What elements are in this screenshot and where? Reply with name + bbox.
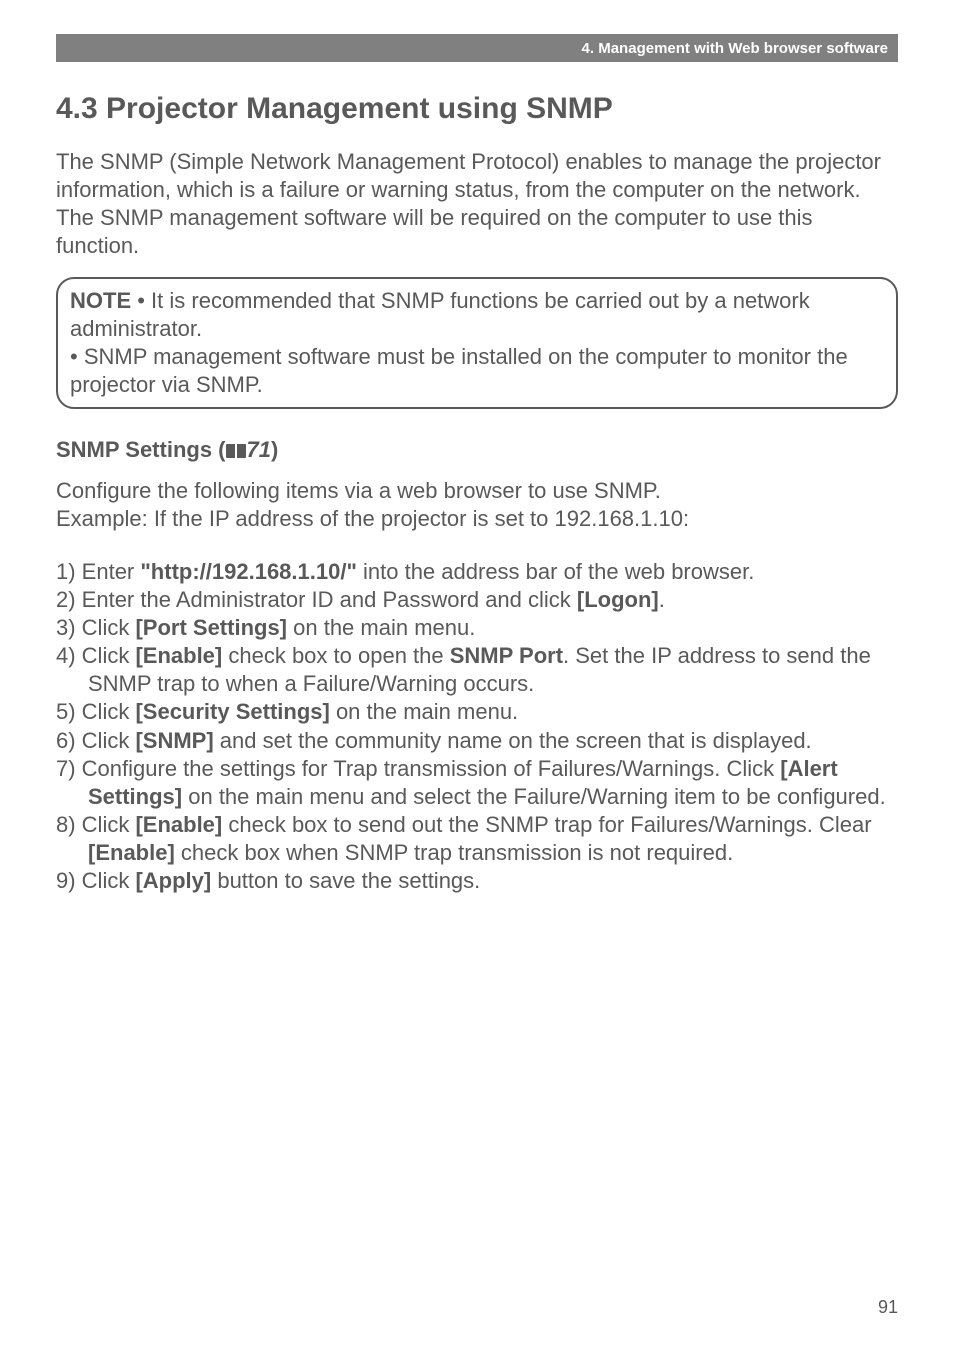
step-bold: [Security Settings] <box>135 699 329 724</box>
step-text: 5) Click <box>56 699 135 724</box>
step-text: on the main menu and select the Failure/… <box>182 784 886 809</box>
ref-number: 71 <box>247 437 271 462</box>
step-bold: SNMP Port <box>450 643 563 668</box>
chapter-title: 4. Management with Web browser software <box>582 40 888 57</box>
step-bold: [Port Settings] <box>135 615 287 640</box>
sub-title-prefix: SNMP Settings ( <box>56 437 226 462</box>
steps-list: 1) Enter "http://192.168.1.10/" into the… <box>56 558 898 896</box>
step-text: check box to send out the SNMP trap for … <box>222 812 871 837</box>
config-line-2: Example: If the IP address of the projec… <box>56 506 689 531</box>
sub-title-suffix: ) <box>271 437 278 462</box>
step-2: 2) Enter the Administrator ID and Passwo… <box>56 586 898 614</box>
step-text: and set the community name on the screen… <box>214 728 812 753</box>
step-text: 1) Enter <box>56 559 140 584</box>
step-text: 6) Click <box>56 728 135 753</box>
step-bold: "http://192.168.1.10/" <box>140 559 357 584</box>
step-4: 4) Click [Enable] check box to open the … <box>56 642 898 698</box>
step-text: 3) Click <box>56 615 135 640</box>
step-bold: [Apply] <box>135 868 211 893</box>
step-text: button to save the settings. <box>211 868 480 893</box>
section-title: 4.3 Projector Management using SNMP <box>56 92 898 126</box>
step-text: 8) Click <box>56 812 135 837</box>
note-box: NOTE • It is recommended that SNMP funct… <box>56 277 898 410</box>
note-label: NOTE <box>70 288 131 313</box>
step-text: 4) Click <box>56 643 135 668</box>
header-bar: 4. Management with Web browser software <box>56 34 898 62</box>
page-number: 91 <box>878 1297 898 1318</box>
step-text: check box when SNMP trap transmission is… <box>175 840 733 865</box>
step-bold: [Logon] <box>577 587 659 612</box>
step-3: 3) Click [Port Settings] on the main men… <box>56 614 898 642</box>
step-1: 1) Enter "http://192.168.1.10/" into the… <box>56 558 898 586</box>
note-text-1: • It is recommended that SNMP functions … <box>70 288 810 341</box>
step-bold: [Enable] <box>135 812 222 837</box>
book-icon <box>226 444 246 458</box>
config-line-1: Configure the following items via a web … <box>56 478 661 503</box>
snmp-settings-title: SNMP Settings ( 71) <box>56 437 898 463</box>
step-7: 7) Configure the settings for Trap trans… <box>56 755 898 811</box>
step-bold: [Enable] <box>135 643 222 668</box>
step-6: 6) Click [SNMP] and set the community na… <box>56 727 898 755</box>
step-bold: [Enable] <box>88 840 175 865</box>
step-text: into the address bar of the web browser. <box>357 559 754 584</box>
step-text: check box to open the <box>222 643 450 668</box>
step-5: 5) Click [Security Settings] on the main… <box>56 698 898 726</box>
step-9: 9) Click [Apply] button to save the sett… <box>56 867 898 895</box>
step-text: 2) Enter the Administrator ID and Passwo… <box>56 587 577 612</box>
intro-paragraph: The SNMP (Simple Network Management Prot… <box>56 148 898 261</box>
step-text: 9) Click <box>56 868 135 893</box>
step-bold: [SNMP] <box>135 728 213 753</box>
config-paragraph: Configure the following items via a web … <box>56 477 898 533</box>
note-line-2: • SNMP management software must be insta… <box>70 343 884 399</box>
step-text: on the main menu. <box>330 699 518 724</box>
page-content: 4.3 Projector Management using SNMP The … <box>56 92 898 895</box>
step-text: on the main menu. <box>287 615 475 640</box>
step-text: . <box>659 587 665 612</box>
note-line-1: NOTE • It is recommended that SNMP funct… <box>70 287 884 343</box>
step-8: 8) Click [Enable] check box to send out … <box>56 811 898 867</box>
step-text: 7) Configure the settings for Trap trans… <box>56 756 780 781</box>
